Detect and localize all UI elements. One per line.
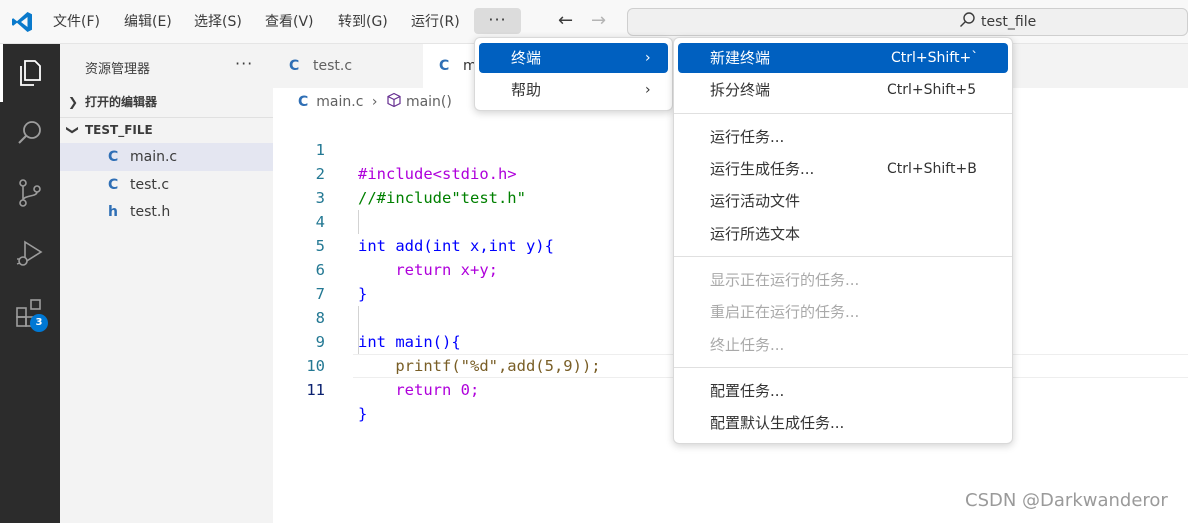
menu-edit[interactable]: 编辑(E) — [124, 12, 172, 32]
line-text: } — [358, 405, 368, 423]
menu-item-terminal[interactable]: 终端 › — [479, 43, 668, 73]
menu-item-label: 配置任务... — [710, 382, 785, 400]
menu-item-new-terminal[interactable]: 新建终端 Ctrl+Shift+` — [678, 43, 1008, 73]
menu-item-label: 终止任务... — [710, 336, 785, 354]
menu-item-run-task[interactable]: 运行任务... — [678, 122, 1008, 152]
menu-view[interactable]: 查看(V) — [265, 12, 314, 32]
menu-item-show-running-tasks: 显示正在运行的任务... — [678, 265, 1008, 295]
file-name: main.c — [130, 149, 178, 165]
chevron-down-icon: ❯ — [66, 124, 81, 136]
menu-separator — [674, 113, 1012, 114]
menu-selection[interactable]: 选择(S) — [194, 12, 242, 32]
more-menus-button[interactable]: ··· — [474, 8, 521, 34]
menu-item-label: 重启正在运行的任务... — [710, 303, 860, 321]
menu-item-split-terminal[interactable]: 拆分终端 Ctrl+Shift+5 — [678, 75, 1008, 105]
arrow-right-icon[interactable]: → — [591, 10, 606, 32]
search-text: test_file — [981, 14, 1037, 30]
menu-item-label: 运行活动文件 — [710, 192, 801, 210]
open-editors-label: 打开的编辑器 — [85, 95, 158, 109]
menu-item-label: 配置默认生成任务... — [710, 414, 845, 432]
menu-item-label: 运行任务... — [710, 128, 785, 146]
explorer-sidebar: 资源管理器 ··· ❯ 打开的编辑器 ❯ TEST_FILE C main.c … — [60, 44, 273, 523]
c-file-icon: C — [289, 58, 300, 74]
file-item-test-c[interactable]: C test.c — [60, 171, 273, 199]
file-name: test.c — [130, 177, 170, 193]
c-file-icon: C — [108, 149, 119, 165]
search-icon — [960, 12, 975, 27]
menu-run[interactable]: 运行(R) — [411, 12, 460, 32]
menu-item-shortcut: Ctrl+Shift+` — [891, 50, 979, 66]
menu-item-help[interactable]: 帮助 › — [479, 75, 668, 105]
menu-item-label: 显示正在运行的任务... — [710, 271, 860, 289]
c-file-icon: C — [108, 177, 119, 193]
open-editors-section[interactable]: ❯ 打开的编辑器 — [60, 89, 273, 115]
c-file-icon: C — [439, 58, 450, 74]
breadcrumb-file[interactable]: main.c — [316, 92, 363, 112]
menu-item-label: 帮助 — [511, 81, 542, 99]
active-indicator — [0, 44, 3, 102]
activity-bar: 3 — [0, 44, 60, 523]
c-file-icon: C — [298, 94, 309, 110]
explorer-icon[interactable] — [14, 57, 46, 89]
h-file-icon: h — [108, 204, 118, 220]
menu-item-label: 运行生成任务... — [710, 160, 815, 178]
menu-item-run-build-task[interactable]: 运行生成任务... Ctrl+Shift+B — [678, 154, 1008, 184]
search-icon[interactable] — [14, 117, 46, 149]
watermark: CSDN @Darkwanderor — [965, 490, 1168, 511]
chevron-right-icon: › — [645, 82, 651, 98]
file-item-test-h[interactable]: h test.h — [60, 198, 273, 226]
folder-section[interactable]: ❯ TEST_FILE — [60, 117, 273, 143]
chevron-right-icon: › — [645, 50, 651, 66]
menu-separator — [674, 256, 1012, 257]
arrow-left-icon[interactable]: ← — [558, 10, 573, 32]
terminal-submenu: 新建终端 Ctrl+Shift+` 拆分终端 Ctrl+Shift+5 运行任务… — [673, 37, 1013, 444]
file-item-main-c[interactable]: C main.c — [60, 143, 273, 171]
command-center-search[interactable] — [627, 8, 1188, 36]
breadcrumb: Cmain.c › main() — [298, 92, 452, 112]
menu-item-label: 新建终端 — [710, 49, 771, 67]
tab-label: test.c — [313, 58, 353, 74]
menu-item-label: 运行所选文本 — [710, 225, 801, 243]
breadcrumb-separator: › — [371, 94, 378, 110]
menu-item-run-active-file[interactable]: 运行活动文件 — [678, 186, 1008, 216]
menu-separator — [674, 367, 1012, 368]
folder-label: TEST_FILE — [85, 123, 153, 137]
line-text: return 0; — [358, 381, 480, 399]
breadcrumb-symbol[interactable]: main() — [406, 92, 452, 112]
overflow-menu: 终端 › 帮助 › — [474, 37, 673, 111]
line-number: 11 — [306, 381, 325, 399]
menu-item-shortcut: Ctrl+Shift+B — [887, 161, 977, 177]
menu-item-configure-tasks[interactable]: 配置任务... — [678, 376, 1008, 406]
menu-item-label: 终端 — [511, 49, 542, 67]
vscode-logo-icon — [12, 12, 32, 32]
menu-item-shortcut: Ctrl+Shift+5 — [887, 82, 977, 98]
menu-file[interactable]: 文件(F) — [53, 12, 100, 32]
source-control-icon[interactable] — [14, 177, 46, 209]
extensions-badge: 3 — [30, 314, 48, 332]
run-debug-icon[interactable] — [14, 237, 46, 269]
menu-item-terminate-task: 终止任务... — [678, 330, 1008, 360]
menu-item-configure-default-build-task[interactable]: 配置默认生成任务... — [678, 408, 1008, 438]
method-cube-icon — [387, 92, 401, 108]
explorer-more-button[interactable]: ··· — [235, 54, 253, 73]
menu-item-label: 拆分终端 — [710, 81, 771, 99]
explorer-title: 资源管理器 — [85, 62, 151, 77]
tab-test-c[interactable]: C test.c — [273, 44, 423, 88]
menu-item-run-selected-text[interactable]: 运行所选文本 — [678, 219, 1008, 249]
menu-go[interactable]: 转到(G) — [338, 12, 388, 32]
file-name: test.h — [130, 204, 171, 220]
chevron-right-icon: ❯ — [68, 95, 79, 109]
menu-item-restart-running-task: 重启正在运行的任务... — [678, 297, 1008, 327]
